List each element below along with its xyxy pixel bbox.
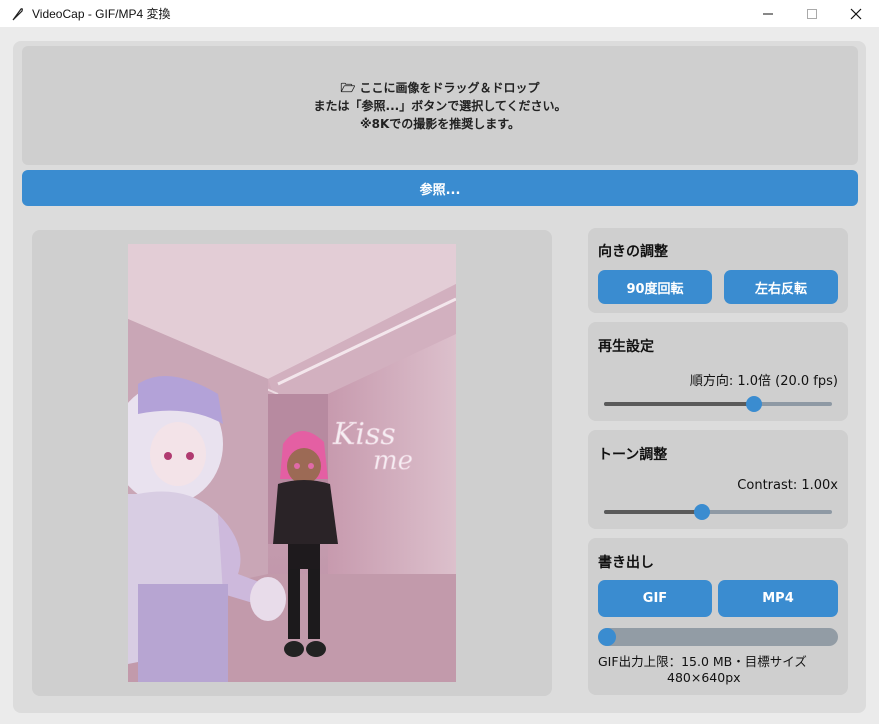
preview-image: Kiss me bbox=[128, 244, 456, 682]
flip-horizontal-button[interactable]: 左右反転 bbox=[724, 270, 838, 304]
rotate-90-button[interactable]: 90度回転 bbox=[598, 270, 712, 304]
orientation-title: 向きの調整 bbox=[598, 244, 668, 260]
browse-button[interactable]: 参照... bbox=[22, 170, 858, 206]
feather-icon bbox=[12, 7, 23, 20]
export-card: 書き出し GIF MP4 GIF出力上限：15.0 MB・目標サイズ 480×6… bbox=[588, 538, 848, 695]
speed-slider-fill bbox=[604, 402, 755, 406]
maximize-button[interactable] bbox=[789, 0, 835, 27]
export-limit-note: GIF出力上限：15.0 MB・目標サイズ bbox=[598, 654, 807, 669]
contrast-slider[interactable] bbox=[604, 504, 832, 520]
drop-zone-line-1: 🗁 ここに画像をドラッグ＆ドロップ bbox=[340, 80, 540, 95]
export-progress-bar bbox=[598, 628, 838, 646]
maximize-icon bbox=[807, 8, 817, 19]
orientation-card: 向きの調整 90度回転 左右反転 bbox=[588, 228, 848, 313]
contrast-slider-fill bbox=[604, 510, 703, 514]
minimize-button[interactable] bbox=[745, 0, 791, 27]
contrast-slider-thumb[interactable] bbox=[694, 504, 711, 520]
close-button[interactable] bbox=[833, 0, 879, 27]
gif-export-button[interactable]: GIF bbox=[598, 580, 712, 617]
window-title: VideoCap - GIF/MP4 変換 bbox=[32, 7, 171, 21]
mp4-export-button[interactable]: MP4 bbox=[718, 580, 838, 617]
contrast-value: Contrast: 1.00x bbox=[737, 478, 838, 493]
minimize-icon bbox=[763, 13, 773, 14]
drop-zone[interactable]: 🗁 ここに画像をドラッグ＆ドロップ または「参照...」ボタンで選択してください… bbox=[22, 46, 858, 165]
playback-title: 再生設定 bbox=[598, 339, 654, 355]
title-bar: VideoCap - GIF/MP4 変換 bbox=[0, 0, 879, 27]
drop-zone-line-3: ※8Kでの撮影を推奨します。 bbox=[359, 116, 521, 131]
drop-zone-line-2: または「参照...」ボタンで選択してください。 bbox=[313, 98, 567, 113]
close-icon bbox=[850, 8, 862, 19]
export-progress-fill bbox=[598, 628, 616, 646]
speed-slider[interactable] bbox=[604, 396, 832, 412]
playback-value: 順方向: 1.0倍 (20.0 fps) bbox=[689, 374, 838, 389]
speed-slider-thumb[interactable] bbox=[746, 396, 763, 412]
export-title: 書き出し bbox=[598, 555, 654, 571]
tone-card: トーン調整 Contrast: 1.00x bbox=[588, 430, 848, 529]
playback-card: 再生設定 順方向: 1.0倍 (20.0 fps) bbox=[588, 322, 848, 421]
tone-title: トーン調整 bbox=[598, 447, 668, 463]
svg-text:me: me bbox=[373, 446, 413, 476]
export-target-size: 480×640px bbox=[667, 670, 741, 685]
